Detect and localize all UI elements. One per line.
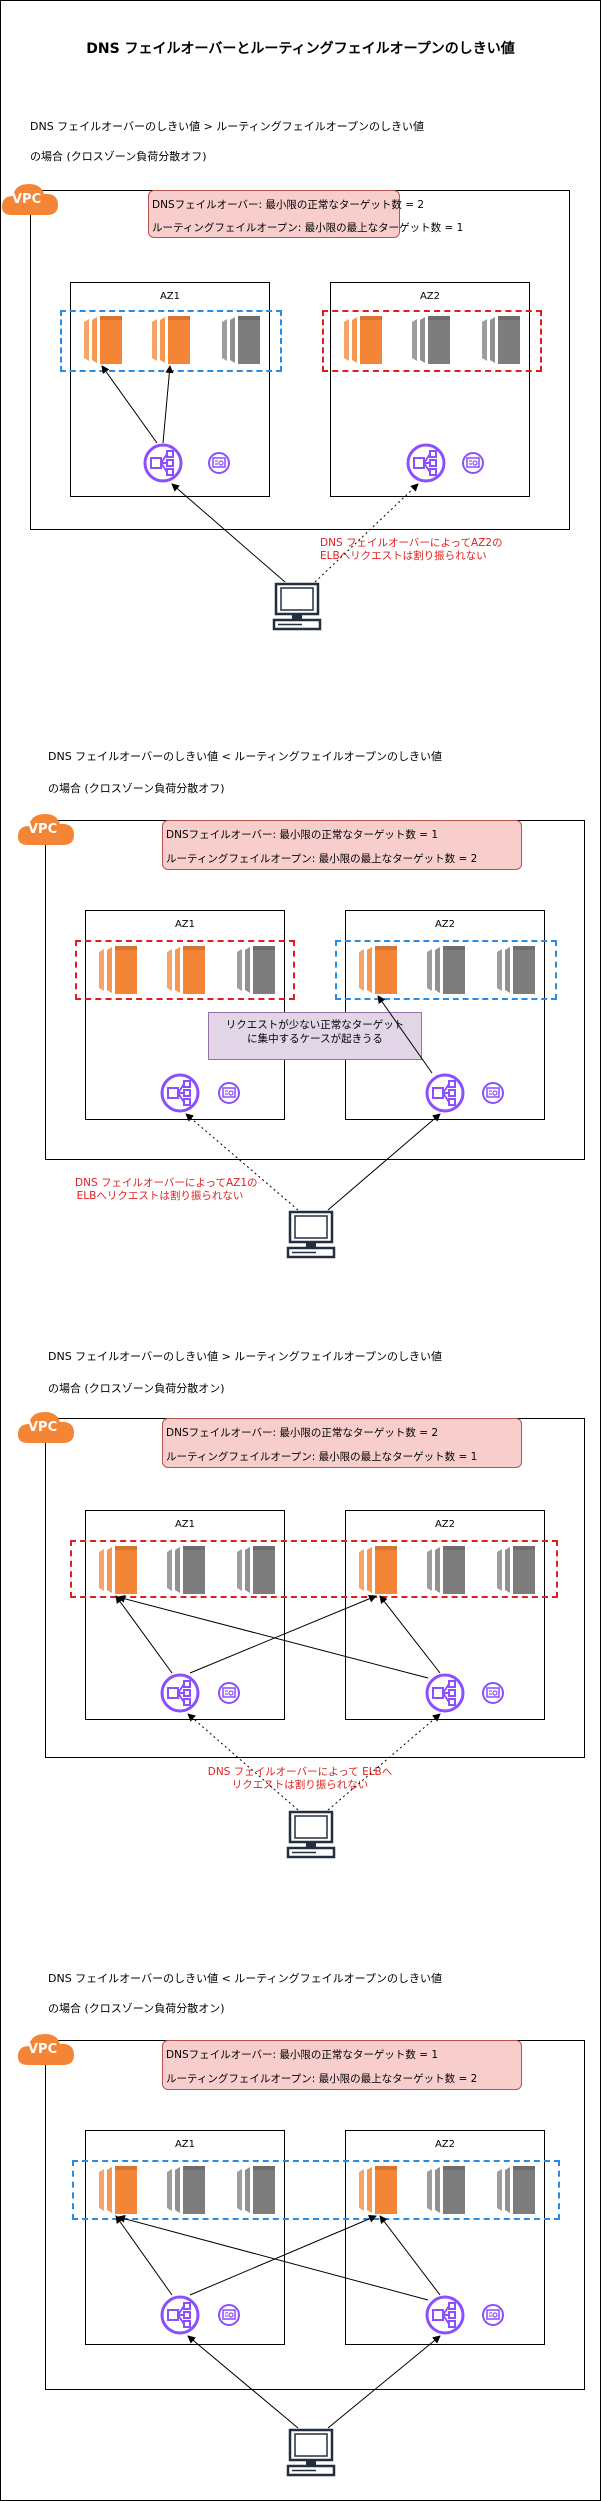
az1-label: AZ1 [174,2139,196,2150]
certificate-icon [482,1682,504,1704]
panel1-heading-line1: DNS フェイルオーバーのしきい値 > ルーティングフェイルオープンのしきい値 [30,120,424,133]
panel4-threshold-note: DNSフェイルオーバー: 最小限の正常なターゲット数 = 1 ルーティングフェイ… [162,2040,522,2090]
note-line-2: ルーティングフェイルオープン: 最小限の最上なターゲット数 = 2 [166,853,478,865]
az2-label: AZ2 [434,2139,456,2150]
ec2-instance-icon [423,1546,465,1594]
az1-label: AZ1 [174,919,196,930]
panel2-concentration-callout: リクエストが少ない正常なターゲット に集中するケースが起きうる [208,1012,422,1060]
ec2-instance-icon [233,2166,275,2214]
az2-label: AZ2 [434,1519,456,1530]
elb-icon [425,2295,465,2335]
ec2-instance-icon [340,316,382,364]
ec2-instance-icon [355,946,397,994]
az2-label: AZ2 [434,919,456,930]
ec2-instance-icon [493,946,535,994]
ec2-instance-icon [163,2166,205,2214]
certificate-icon [482,1082,504,1104]
panel4-target-group-outline [72,2160,560,2220]
ec2-instance-icon [218,316,260,364]
panel4-heading-line1: DNS フェイルオーバーのしきい値 < ルーティングフェイルオープンのしきい値 [48,1972,442,1985]
certificate-icon [482,2304,504,2326]
panel2-threshold-note: DNSフェイルオーバー: 最小限の正常なターゲット数 = 1 ルーティングフェイ… [162,820,522,870]
ec2-instance-icon [163,1546,205,1594]
elb-icon [160,2295,200,2335]
ec2-instance-icon [493,1546,535,1594]
ec2-instance-icon [95,1546,137,1594]
computer-icon [272,582,322,632]
panel3-heading-line1: DNS フェイルオーバーのしきい値 > ルーティングフェイルオープンのしきい値 [48,1350,442,1363]
note-line-1: DNSフェイルオーバー: 最小限の正常なターゲット数 = 1 [166,829,439,841]
certificate-icon [218,2304,240,2326]
panel2-dns-annotation: DNS フェイルオーバーによってAZ1の ELBへリクエストは割り振られない [75,1177,258,1202]
ec2-instance-icon [95,2166,137,2214]
panel2-heading-line1: DNS フェイルオーバーのしきい値 < ルーティングフェイルオープンのしきい値 [48,750,442,763]
note-line-2: ルーティングフェイルオープン: 最小限の最上なターゲット数 = 2 [166,2073,478,2085]
ec2-instance-icon [233,946,275,994]
elb-icon [425,1673,465,1713]
panel3-target-group-outline [70,1540,558,1598]
ec2-instance-icon [423,946,465,994]
computer-icon [286,1810,336,1860]
panel1-threshold-note: DNSフェイルオーバー: 最小限の正常なターゲット数 = 2 ルーティングフェイ… [148,190,463,238]
az1-label: AZ1 [159,291,181,302]
ec2-instance-icon [423,2166,465,2214]
note-line-1: DNSフェイルオーバー: 最小限の正常なターゲット数 = 2 [166,1427,439,1439]
note-line-2: ルーティングフェイルオープン: 最小限の最上なターゲット数 = 1 [166,1451,478,1463]
az1-label: AZ1 [174,1519,196,1530]
computer-icon [286,1210,336,1260]
panel4-heading-line2: の場合 (クロスゾーン負荷分散オン) [48,2002,225,2015]
ec2-instance-icon [478,316,520,364]
panel3-threshold-note: DNSフェイルオーバー: 最小限の正常なターゲット数 = 2 ルーティングフェイ… [162,1418,522,1468]
elb-icon [160,1673,200,1713]
panel2-heading-line2: の場合 (クロスゾーン負荷分散オフ) [48,782,225,795]
certificate-icon [218,1682,240,1704]
ec2-instance-icon [95,946,137,994]
elb-icon [406,443,446,483]
note-line-1: DNSフェイルオーバー: 最小限の正常なターゲット数 = 2 [152,199,425,211]
note-line-1: DNSフェイルオーバー: 最小限の正常なターゲット数 = 1 [166,2049,439,2061]
ec2-instance-icon [408,316,450,364]
ec2-instance-icon [148,316,190,364]
az2-label: AZ2 [419,291,441,302]
ec2-instance-icon [233,1546,275,1594]
computer-icon [286,2428,336,2478]
panel3-dns-annotation: DNS フェイルオーバーによって ELBへ リクエストは割り振られない [207,1766,393,1791]
panel1-heading-line2: の場合 (クロスゾーン負荷分散オフ) [30,150,207,163]
note-line-2: ルーティングフェイルオープン: 最小限の最上なターゲット数 = 1 [152,222,464,234]
ec2-instance-icon [355,1546,397,1594]
diagram-title: DNS フェイルオーバーとルーティングフェイルオープンのしきい値 [86,41,515,57]
certificate-icon [462,452,484,474]
certificate-icon [208,452,230,474]
ec2-instance-icon [355,2166,397,2214]
elb-icon [143,443,183,483]
certificate-icon [218,1082,240,1104]
ec2-instance-icon [493,2166,535,2214]
panel3-heading-line2: の場合 (クロスゾーン負荷分散オン) [48,1382,225,1395]
panel1-dns-annotation: DNS フェイルオーバーによってAZ2の ELBへリクエストは割り振られない [320,537,503,562]
elb-icon [425,1073,465,1113]
ec2-instance-icon [80,316,122,364]
elb-icon [160,1073,200,1113]
ec2-instance-icon [163,946,205,994]
